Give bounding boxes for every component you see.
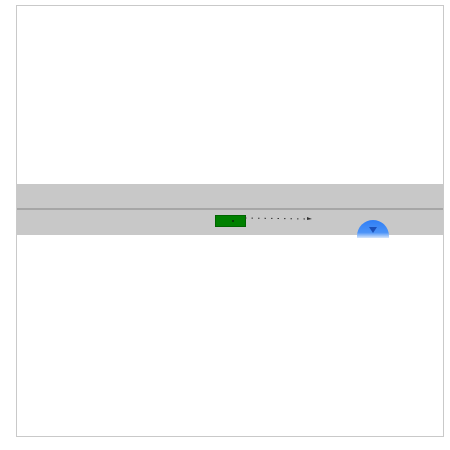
trajectory-arrow-icon [245, 217, 312, 220]
road [17, 184, 443, 238]
lane-divider [17, 208, 443, 210]
green-vehicle [215, 215, 246, 227]
vehicle-center-dot [232, 220, 234, 222]
agent-marker-icon [357, 220, 389, 238]
simulation-canvas [16, 5, 444, 437]
